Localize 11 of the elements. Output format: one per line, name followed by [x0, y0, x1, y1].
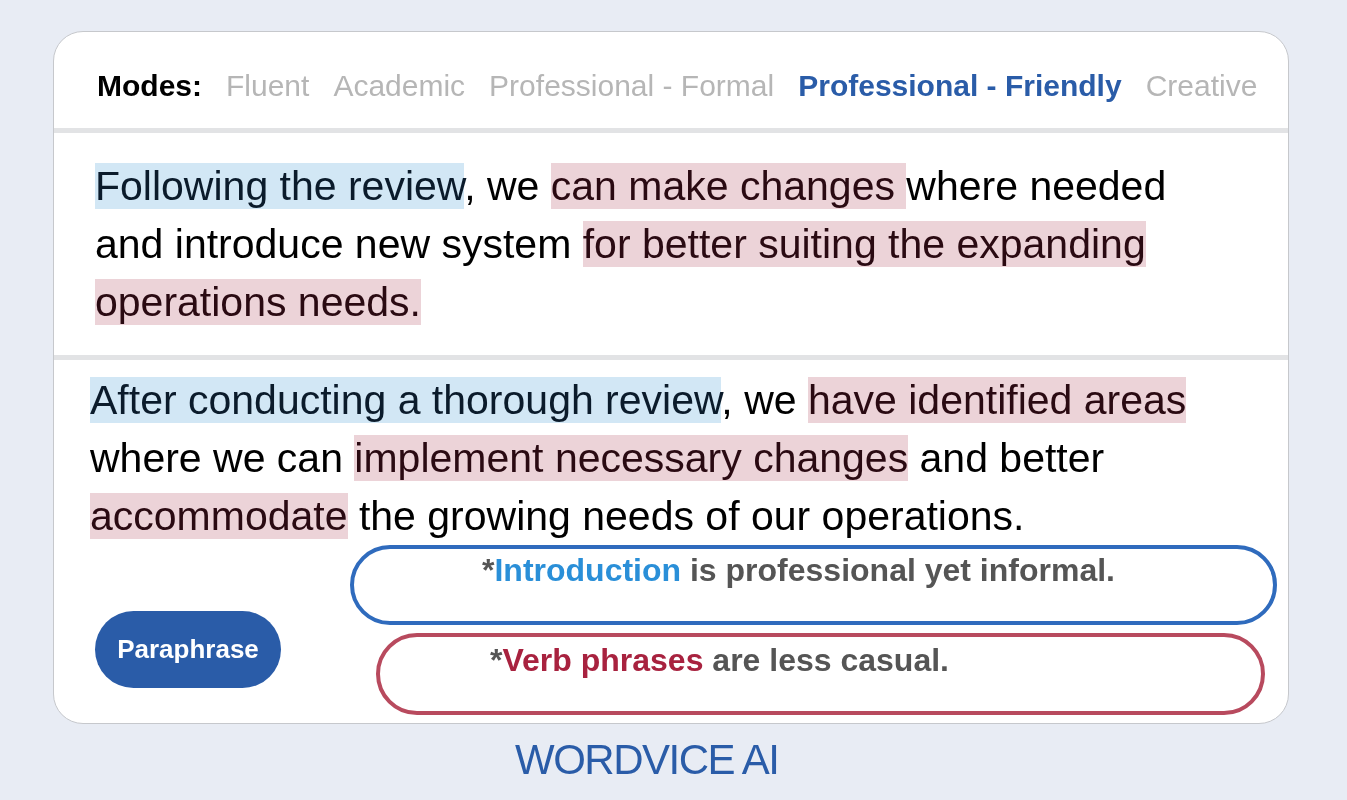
mode-tab[interactable]: Professional - Friendly [798, 69, 1122, 104]
modes-label: Modes: [97, 69, 202, 104]
paraphrase-button[interactable]: Paraphrase [95, 611, 281, 688]
annotation-text: *Introduction is professional yet informal. [482, 552, 1115, 589]
paraphrased-text: After conducting a thorough review, we have identified areas where we can implement necessary changes and better accommodate the growing needs of our operations. [90, 376, 1188, 541]
logo-text: WORDVICE AI [515, 736, 779, 783]
mode-tab[interactable]: Academic [333, 69, 466, 104]
mode-tab[interactable]: Professional - Formal [489, 69, 775, 104]
mode-tab[interactable]: Creative [1145, 69, 1258, 104]
annotation-text: *Verb phrases are less casual. [490, 642, 949, 679]
mode-tab[interactable]: Fluent [226, 69, 310, 104]
